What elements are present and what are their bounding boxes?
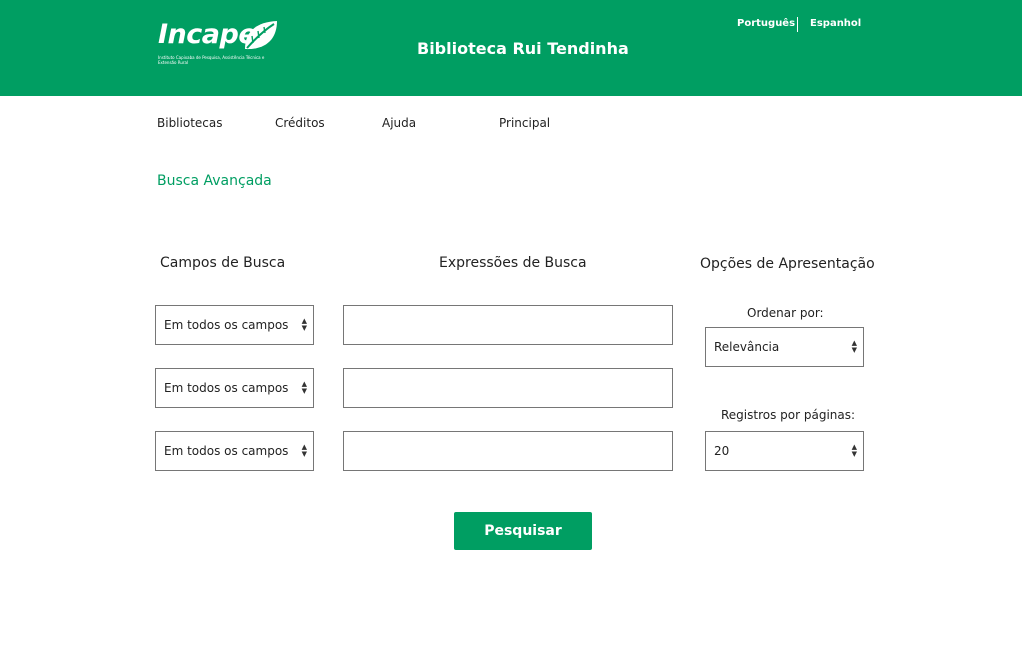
search-expression-input-3[interactable]: [343, 431, 673, 471]
records-per-page-value: 20: [714, 444, 730, 458]
search-field-select-1[interactable]: Em todos os campos ▲ ▼: [155, 305, 314, 345]
page-title: Busca Avançada: [157, 173, 272, 189]
search-button[interactable]: Pesquisar: [454, 512, 592, 550]
site-header: Incaper Instituto Capixaba de Pesquisa, …: [0, 0, 1022, 96]
fields-column-header: Campos de Busca: [160, 255, 286, 271]
select-arrows-icon: ▲ ▼: [851, 443, 857, 458]
search-field-select-2[interactable]: Em todos os campos ▲ ▼: [155, 368, 314, 408]
search-expression-input-2[interactable]: [343, 368, 673, 408]
search-field-select-3[interactable]: Em todos os campos ▲ ▼: [155, 431, 314, 471]
search-field-select-value: Em todos os campos: [164, 444, 289, 458]
records-per-page-select[interactable]: 20 ▲ ▼: [705, 431, 864, 471]
nav-ajuda[interactable]: Ajuda: [382, 116, 416, 130]
select-arrows-icon: ▲ ▼: [851, 339, 857, 354]
search-field-select-value: Em todos os campos: [164, 318, 289, 332]
search-field-select-value: Em todos os campos: [164, 381, 289, 395]
select-arrows-icon: ▲ ▼: [301, 443, 307, 458]
order-by-select[interactable]: Relevância ▲ ▼: [705, 327, 864, 367]
search-expression-input-1[interactable]: [343, 305, 673, 345]
language-portugues-link[interactable]: Português: [737, 18, 795, 29]
nav-bibliotecas[interactable]: Bibliotecas: [157, 116, 222, 130]
options-column-header: Opções de Apresentação: [700, 256, 875, 272]
leaf-icon: [245, 21, 277, 50]
language-espanhol-link[interactable]: Espanhol: [810, 18, 861, 29]
select-arrows-icon: ▲ ▼: [301, 380, 307, 395]
nav-creditos[interactable]: Créditos: [275, 116, 325, 130]
order-by-label: Ordenar por:: [747, 306, 824, 320]
select-arrows-icon: ▲ ▼: [301, 317, 307, 332]
order-by-value: Relevância: [714, 340, 780, 354]
logo-subtitle: Instituto Capixaba de Pesquisa, Assistên…: [158, 55, 265, 65]
site-title: Biblioteca Rui Tendinha: [417, 39, 629, 58]
language-divider: [797, 17, 798, 32]
nav-principal[interactable]: Principal: [499, 116, 550, 130]
expressions-column-header: Expressões de Busca: [439, 255, 587, 271]
records-per-page-label: Registros por páginas:: [721, 408, 856, 422]
incaper-logo[interactable]: Incaper Instituto Capixaba de Pesquisa, …: [157, 19, 279, 65]
